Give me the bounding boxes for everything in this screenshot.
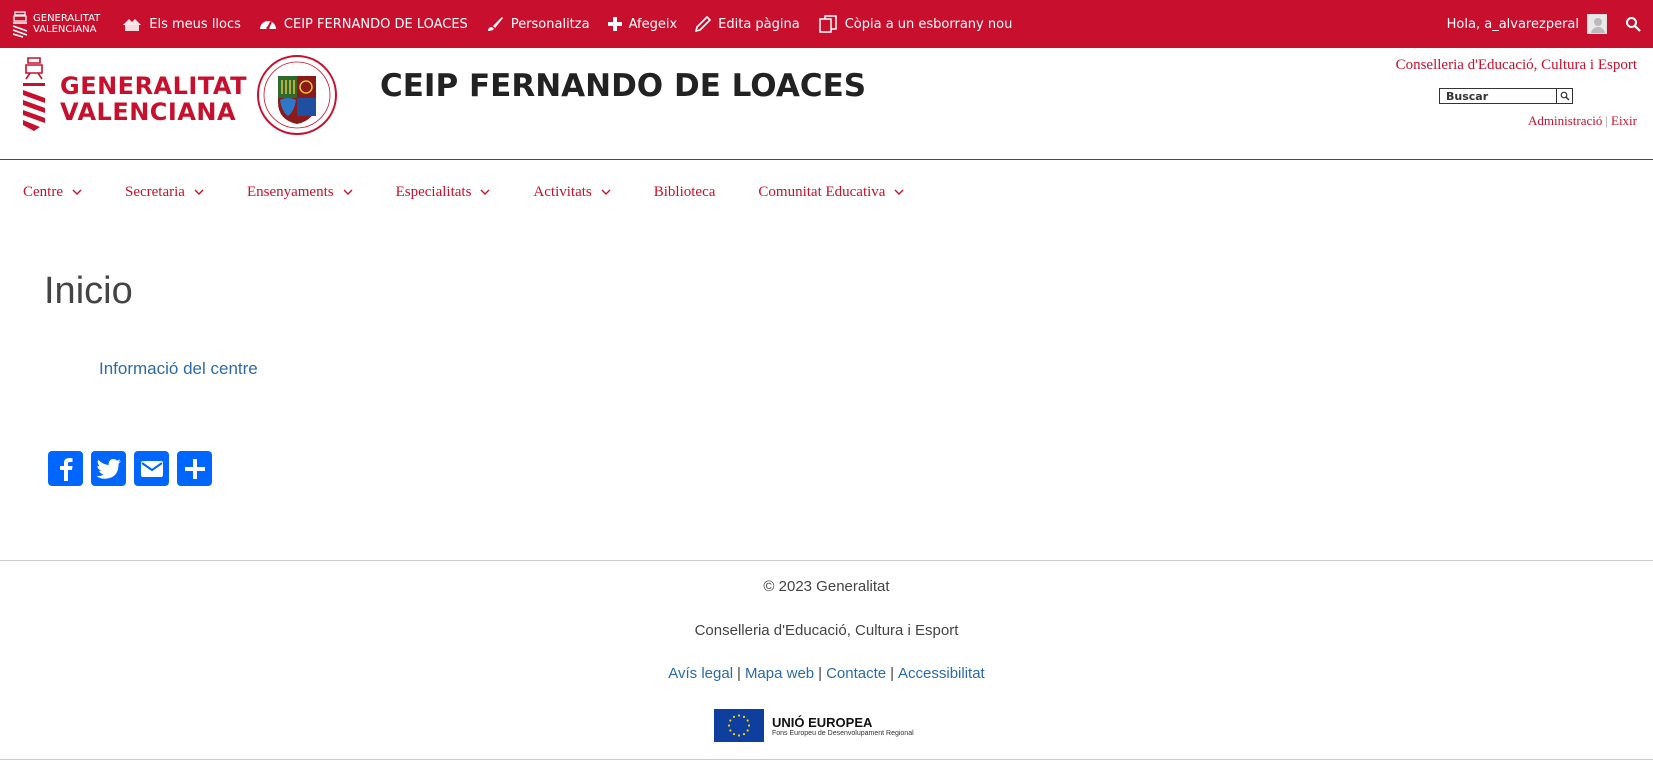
link-separator: | [737,665,741,682]
facebook-share-button[interactable] [48,451,83,486]
admin-edit-page[interactable]: Edita pàgina [695,16,800,32]
nav-item-label: Especialitats [395,184,472,200]
nav-item-secretaria[interactable]: Secretaria [125,184,204,201]
nav-item-label: Biblioteca [653,184,716,200]
chevron-down-icon [194,189,204,195]
admin-site-name-label: CEIP FERNANDO DE LOACES [283,16,468,32]
email-share-button[interactable] [134,451,169,486]
site-header: GENERALITAT VALENCIANA CEIP FERNANDO DE … [0,48,1653,160]
nav-item-especialitats[interactable]: Especialitats [396,184,491,201]
facebook-icon [59,457,72,481]
admin-user-greeting[interactable]: Hola, a_alvarezperal [1447,17,1579,32]
search-button[interactable] [1557,88,1573,104]
school-logo[interactable] [256,54,338,136]
footer-links: Avís legal | Mapa web | Contacte | Accessibili… [0,665,1653,682]
more-share-button[interactable] [177,451,212,486]
chevron-down-icon [72,189,82,195]
link-separator: | [1605,113,1608,128]
eu-subtitle: Fons Europeu de Desenvolupament Regional [772,729,914,737]
search-icon [1560,91,1569,101]
dashboard-icon [259,21,276,30]
eu-title: UNIÓ EUROPEA [772,714,873,730]
admin-copy-draft[interactable]: Còpia a un esborrany nou [818,14,1013,34]
footer-conselleria: Conselleria d'Educació, Cultura i Esport [694,622,959,639]
admin-my-sites[interactable]: Els meus llocs [122,16,241,32]
generalitat-crest-icon [23,57,45,131]
admin-customize[interactable]: Personalitza [486,16,590,32]
chevron-down-icon [894,189,904,195]
accessibilitat-link[interactable]: Accessibilitat [898,665,985,682]
mapa-web-link[interactable]: Mapa web [745,665,814,682]
contacte-link[interactable]: Contacte [826,665,886,682]
administracio-link[interactable]: Administració [1528,113,1602,128]
link-separator: | [818,665,823,682]
eixir-link[interactable]: Eixir [1611,113,1637,128]
copy-icon [818,15,837,33]
chevron-down-icon [480,189,490,195]
eu-flag-icon [714,709,764,742]
page-title: Inicio [44,270,133,312]
twitter-icon [96,458,121,479]
nav-item-label: Comunitat Educativa [758,184,886,200]
pencil-icon [695,16,712,32]
generalitat-logo[interactable]: GENERALITAT VALENCIANA [20,56,247,142]
gva-logo-line2: VALENCIANA [60,98,237,126]
nav-item-biblioteca[interactable]: Biblioteca [654,184,716,201]
chevron-down-icon [601,189,611,195]
nav-item-ensenyaments[interactable]: Ensenyaments [247,184,353,201]
gva-logo-line1: GENERALITAT [60,72,247,100]
admin-my-sites-label: Els meus llocs [149,16,241,32]
nav-item-centre[interactable]: Centre [23,184,82,201]
nav-item-label: Ensenyaments [246,184,334,200]
admin-customize-label: Personalitza [510,16,590,32]
search-icon[interactable] [1625,16,1641,32]
plus-icon [184,458,205,479]
admin-add-new[interactable]: Afegeix [607,16,678,32]
admin-site-name[interactable]: CEIP FERNANDO DE LOACES [259,16,468,32]
admin-bar: GENERALITAT VALENCIANA Els meus llocs CE… [0,0,1653,48]
nav-item-label: Activitats [533,184,592,200]
site-title[interactable]: CEIP FERNANDO DE LOACES [380,68,866,104]
conselleria-link[interactable]: Conselleria d'Educació, Cultura i Esport [1396,57,1637,74]
twitter-share-button[interactable] [91,451,126,486]
site-footer: © 2023 Generalitat Conselleria d'Educaci… [0,560,1653,760]
informacio-centre-link[interactable]: Informació del centre [99,359,258,379]
nav-item-label: Secretaria [124,184,185,200]
nav-item-comunitat-educativa[interactable]: Comunitat Educativa [758,184,904,201]
main-navigation: Centre Secretaria Ensenyaments Especialitat… [23,184,947,201]
generalitat-admin-logo[interactable]: GENERALITAT VALENCIANA [10,10,100,38]
nav-item-activitats[interactable]: Activitats [533,184,611,201]
share-buttons [48,451,220,486]
email-icon [140,460,163,477]
plus-icon [607,17,622,31]
admin-logo-line2: VALENCIANA [33,24,97,35]
chevron-down-icon [343,189,353,195]
eu-funding-logo: UNIÓ EUROPEA Fons Europeu de Desenvolupa… [714,709,914,742]
avatar[interactable] [1587,14,1607,34]
admin-copy-draft-label: Còpia a un esborrany nou [844,16,1013,32]
admin-edit-page-label: Edita pàgina [718,16,800,32]
nav-item-label: Centre [23,184,63,200]
brush-icon [487,17,503,31]
link-separator: | [890,665,895,682]
admin-logo-line1: GENERALITAT [33,13,101,24]
header-admin-links: Administració | Eixir [1528,113,1637,129]
generalitat-crest-icon [12,11,28,38]
my-sites-icon [123,19,142,31]
search-input[interactable] [1439,88,1557,104]
avis-legal-link[interactable]: Avís legal [668,665,733,682]
header-search [1439,88,1573,104]
admin-add-new-label: Afegeix [628,16,678,32]
footer-copyright: © 2023 Generalitat [763,578,890,595]
